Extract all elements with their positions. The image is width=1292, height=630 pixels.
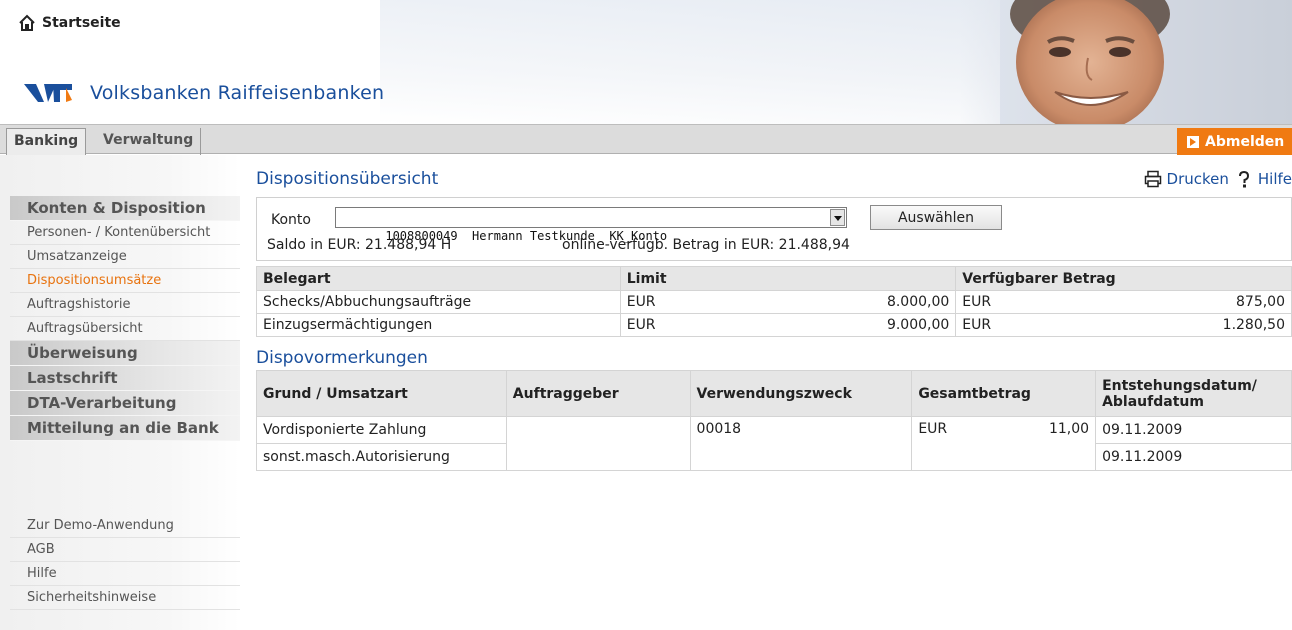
- print-link[interactable]: Drucken: [1144, 170, 1229, 188]
- auftraggeber-cell: [505, 416, 691, 471]
- help-link[interactable]: Hilfe: [1235, 170, 1292, 188]
- col-grund: Grund / Umsatzart: [256, 370, 507, 417]
- main-nav: Banking Verwaltung Abmelden: [0, 124, 1292, 155]
- page-header: Startseite Volksbanken Raiffeisenbanken: [0, 0, 1292, 124]
- currency-cell: EUR: [619, 313, 681, 337]
- sidebar-footer-links: Zur Demo-Anwendung AGB Hilfe Sicherheits…: [10, 514, 240, 610]
- logout-label: Abmelden: [1205, 133, 1285, 150]
- table-row: Vordisponierte Zahlung 00018 EUR 11,00 0…: [256, 416, 1292, 471]
- online-available-text: online-verfügb. Betrag in EUR: 21.488,94: [562, 237, 850, 253]
- sidebar-head-lastschrift[interactable]: Lastschrift: [10, 366, 240, 391]
- sidebar: Konten & Disposition Personen- / Kontenü…: [0, 155, 240, 630]
- brand-name: Volksbanken Raiffeisenbanken: [90, 82, 385, 104]
- vr-logo-icon: [20, 76, 76, 110]
- printer-icon: [1144, 170, 1161, 188]
- sidebar-item-personen[interactable]: Personen- / Kontenübersicht: [10, 221, 240, 245]
- konto-label: Konto: [271, 212, 311, 228]
- col-datum: Entstehungsdatum/ Ablaufdatum: [1095, 370, 1292, 417]
- page-tools: Drucken Hilfe: [1144, 170, 1292, 188]
- sidebar-head-ueberweisung[interactable]: Überweisung: [10, 341, 240, 366]
- link-hilfe[interactable]: Hilfe: [10, 562, 240, 586]
- arrow-right-icon: [1187, 135, 1199, 148]
- sidebar-item-auftragsuebersicht[interactable]: Auftragsübersicht: [10, 317, 240, 341]
- table-row: Einzugsermächtigungen EUR 9.000,00 EUR 1…: [256, 313, 1292, 337]
- dispo-table: Grund / Umsatzart Auftraggeber Verwendun…: [256, 370, 1292, 471]
- limit-amount-cell: 8.000,00: [680, 290, 957, 314]
- table-row: Schecks/Abbuchungsaufträge EUR 8.000,00 …: [256, 290, 1292, 314]
- belegart-cell: Schecks/Abbuchungsaufträge: [256, 290, 621, 314]
- col-auftraggeber: Auftraggeber: [505, 370, 691, 417]
- grund-cell: sonst.masch.Autorisierung: [256, 443, 507, 471]
- col-gesamtbetrag: Gesamtbetrag: [911, 370, 1097, 417]
- belegart-cell: Einzugsermächtigungen: [256, 313, 621, 337]
- currency-cell: EUR: [955, 313, 1016, 337]
- logout-button[interactable]: Abmelden: [1177, 128, 1292, 155]
- home-icon: [19, 14, 35, 31]
- print-label: Drucken: [1166, 170, 1229, 188]
- dispo-section-title: Dispovormerkungen: [256, 348, 428, 368]
- account-select[interactable]: 1008800049 Hermann Testkunde KK_Konto: [335, 207, 847, 243]
- available-amount-cell: 875,00: [1015, 290, 1292, 314]
- help-label: Hilfe: [1257, 170, 1292, 188]
- home-link[interactable]: Startseite: [18, 14, 121, 32]
- table-header-row: Belegart Limit Verfügbarer Betrag: [256, 266, 1292, 291]
- link-sicherheit[interactable]: Sicherheitshinweise: [10, 586, 240, 610]
- home-label[interactable]: Startseite: [42, 15, 121, 31]
- limits-table: Belegart Limit Verfügbarer Betrag Scheck…: [256, 266, 1292, 337]
- tab-banking[interactable]: Banking: [6, 128, 87, 155]
- verwendungszweck-cell: 00018: [689, 416, 913, 471]
- chevron-down-icon[interactable]: [830, 209, 845, 226]
- table-header-row: Grund / Umsatzart Auftraggeber Verwendun…: [256, 370, 1292, 417]
- link-agb[interactable]: AGB: [10, 538, 240, 562]
- sidebar-item-umsatzanzeige[interactable]: Umsatzanzeige: [10, 245, 240, 269]
- limit-amount-cell: 9.000,00: [680, 313, 957, 337]
- select-account-button[interactable]: Auswählen: [870, 205, 1002, 230]
- currency-cell: EUR: [619, 290, 681, 314]
- available-amount-cell: 1.280,50: [1015, 313, 1292, 337]
- saldo-text: Saldo in EUR: 21.488,94 H: [267, 237, 452, 253]
- header-background: [380, 0, 1000, 124]
- col-limit: Limit: [619, 266, 957, 291]
- sidebar-item-auftragshistorie[interactable]: Auftragshistorie: [10, 293, 240, 317]
- tab-verwaltung[interactable]: Verwaltung: [96, 128, 202, 155]
- brand-logo[interactable]: Volksbanken Raiffeisenbanken: [20, 76, 384, 110]
- col-verfuegbar: Verfügbarer Betrag: [955, 266, 1292, 291]
- date-cell: 09.11.2009: [1095, 416, 1292, 444]
- col-entstehungsdatum: Entstehungsdatum/: [1102, 377, 1257, 394]
- amount-cell: 11,00: [971, 416, 1097, 471]
- help-icon: [1238, 170, 1249, 188]
- sidebar-item-dispositionsumsaetze[interactable]: Dispositionsumsätze: [10, 269, 240, 293]
- sidebar-menu: Konten & Disposition Personen- / Kontenü…: [10, 196, 240, 441]
- col-belegart: Belegart: [256, 266, 621, 291]
- link-demo[interactable]: Zur Demo-Anwendung: [10, 514, 240, 538]
- col-ablaufdatum: Ablaufdatum: [1102, 393, 1204, 410]
- sidebar-head-konten[interactable]: Konten & Disposition: [10, 196, 240, 221]
- currency-cell: EUR: [955, 290, 1016, 314]
- currency-cell: EUR: [911, 416, 972, 471]
- account-selector-panel: Konto 1008800049 Hermann Testkunde KK_Ko…: [256, 197, 1292, 261]
- header-portrait-image: [960, 0, 1292, 124]
- date-cell: 09.11.2009: [1095, 443, 1292, 471]
- col-verwendungszweck: Verwendungszweck: [689, 370, 913, 417]
- page-title: Dispositionsübersicht: [256, 169, 439, 189]
- grund-cell: Vordisponierte Zahlung: [256, 416, 507, 444]
- sidebar-head-mitteilung[interactable]: Mitteilung an die Bank: [10, 416, 240, 441]
- sidebar-head-dta[interactable]: DTA-Verarbeitung: [10, 391, 240, 416]
